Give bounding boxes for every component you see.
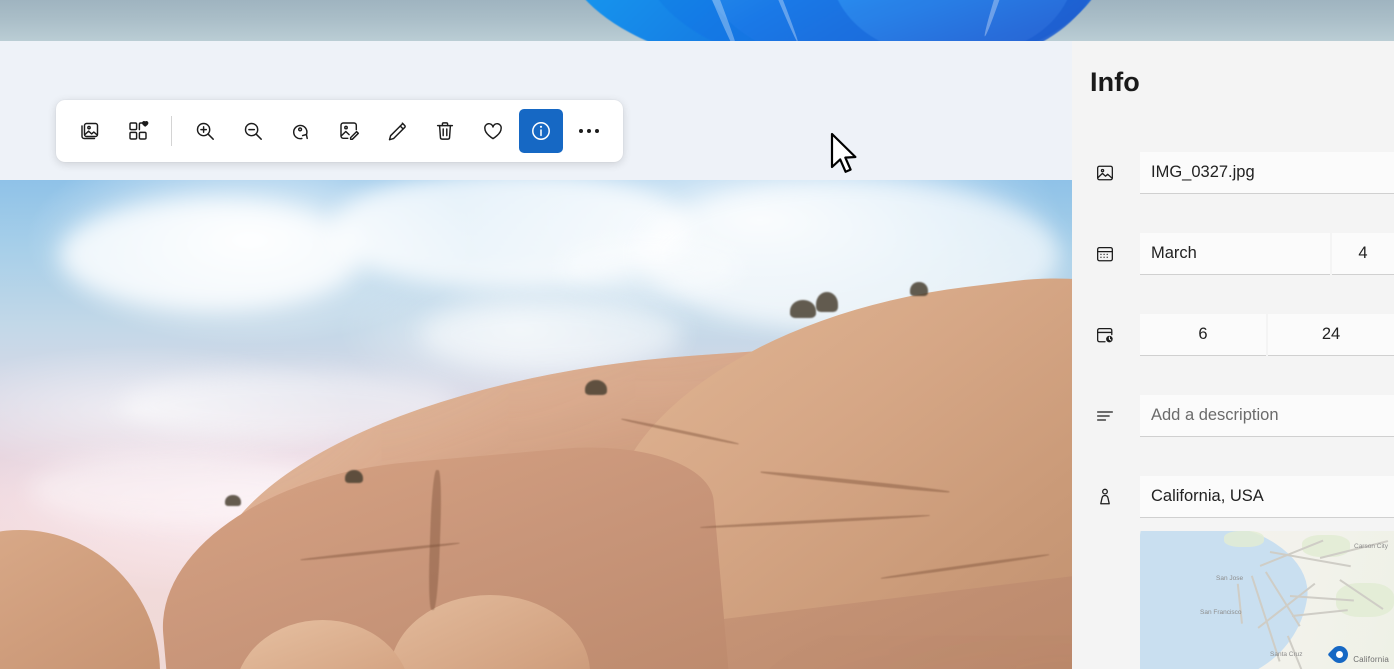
map-city-label: San Jose [1216,575,1244,582]
rotate-button[interactable] [279,109,323,153]
windows-bloom-graphic [0,0,1394,44]
info-button[interactable] [519,109,563,153]
description-field-group: Add a description [1140,395,1394,437]
info-row-time: 6 24 [1072,307,1394,363]
month-field[interactable]: March [1140,233,1330,275]
favorite-heart-icon [484,123,502,140]
info-field-list: IMG_0327.jpg March 4 6 24 Add a descript… [1072,145,1394,550]
markup-pen-button[interactable] [375,109,419,153]
description-field[interactable]: Add a description [1140,395,1394,437]
cloud-7 [560,240,740,295]
date-field-group: March 4 [1140,233,1394,275]
shrub-6 [225,495,241,506]
map-attribution: California [1353,655,1389,664]
multi-view-icon [81,122,99,140]
multi-view-button[interactable] [68,109,112,153]
favorite-button[interactable] [471,109,515,153]
filename-field-group: IMG_0327.jpg [1140,152,1394,194]
all-photos-button[interactable] [116,109,160,153]
location-field[interactable]: California, USA [1140,476,1394,518]
info-icon [532,122,550,140]
shrub-4 [585,380,607,395]
calendar-clock-icon [1094,324,1140,346]
info-panel: Info IMG_0327.jpg March 4 6 24 Add a des… [1072,41,1394,669]
photo-command-toolbar [56,100,623,162]
markup-pen-icon [388,122,406,141]
photo-canvas[interactable] [0,180,1072,669]
info-row-location: California, USA [1072,469,1394,525]
edit-image-button[interactable] [327,109,371,153]
zoom-in-icon [196,122,214,140]
filename-field[interactable]: IMG_0327.jpg [1140,152,1394,194]
all-photos-icon [129,120,149,140]
minute-field[interactable]: 24 [1268,314,1394,356]
map-city-label: San Francisco [1200,609,1242,616]
map-city-label: Carson City [1354,543,1388,550]
description-lines-icon [1094,405,1140,427]
screen: Info IMG_0327.jpg March 4 6 24 Add a des… [0,0,1394,669]
map-green-area-3 [1224,531,1264,547]
info-row-date: March 4 [1072,226,1394,282]
location-person-icon [1094,486,1140,508]
more-options-button[interactable] [567,109,611,153]
more-options-icon [579,129,599,133]
image-icon [1094,162,1140,184]
calendar-icon [1094,243,1140,265]
zoom-out-button[interactable] [231,109,275,153]
info-row-filename: IMG_0327.jpg [1072,145,1394,201]
delete-icon [436,122,454,140]
cloud-1 [60,200,360,310]
delete-button[interactable] [423,109,467,153]
zoom-in-button[interactable] [183,109,227,153]
shrub-3 [910,282,928,296]
edit-image-icon [340,122,360,141]
zoom-out-icon [244,122,262,140]
day-field[interactable]: 4 [1332,233,1394,275]
photos-app-window: Info IMG_0327.jpg March 4 6 24 Add a des… [0,41,1394,669]
info-panel-title: Info [1090,67,1140,97]
time-field-group: 6 24 [1140,314,1394,356]
map-city-label: Santa Cruz [1270,651,1303,658]
shrub-1 [790,300,816,318]
rotate-icon [293,124,308,140]
shrub-5 [345,470,363,483]
info-row-description: Add a description [1072,388,1394,444]
location-field-group: California, USA [1140,476,1394,518]
shrub-2 [816,292,838,312]
desktop-wallpaper [0,0,1394,44]
toolbar-divider [171,116,172,146]
location-map-thumbnail[interactable]: Carson City San Jose San Francisco Santa… [1140,531,1394,669]
hour-field[interactable]: 6 [1140,314,1266,356]
